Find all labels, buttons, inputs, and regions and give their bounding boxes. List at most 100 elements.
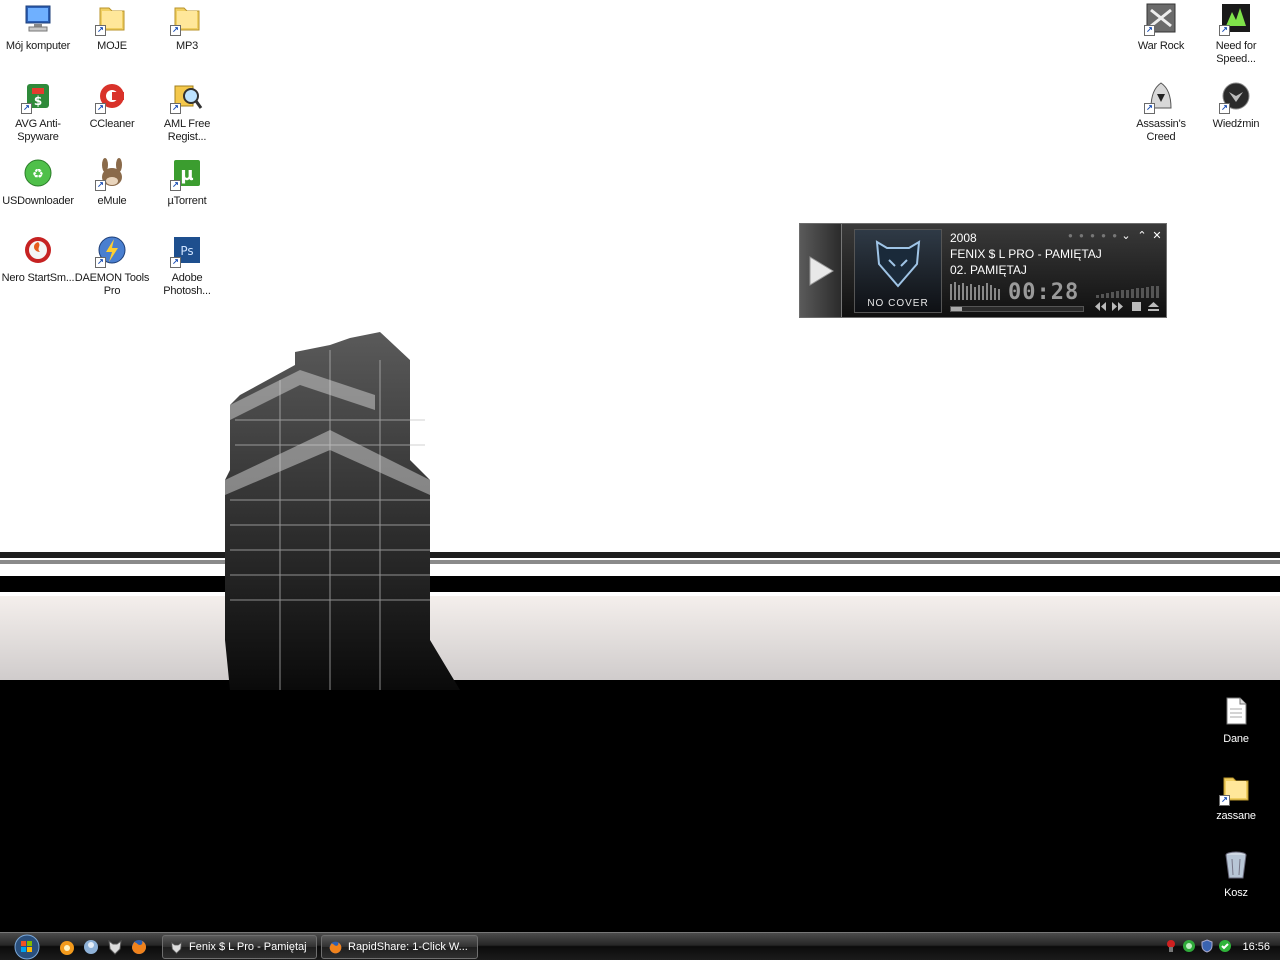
desktop-icon-dane[interactable]: Dane bbox=[1198, 693, 1274, 746]
play-button[interactable] bbox=[800, 224, 842, 317]
task-button-firefox[interactable]: RapidShare: 1-Click W... bbox=[321, 935, 478, 959]
daemon-tools-icon: ↗ bbox=[95, 234, 128, 268]
desktop-icon-label: eMule bbox=[97, 195, 127, 207]
desktop-icon-zassane[interactable]: ↗ zassane bbox=[1198, 770, 1274, 823]
eject-icon[interactable] bbox=[1147, 301, 1160, 312]
close-button[interactable]: ✕ bbox=[1151, 230, 1163, 242]
ccleaner-icon: ↗ bbox=[95, 80, 128, 114]
shortcut-arrow-icon: ↗ bbox=[95, 180, 106, 191]
desktop-icon-recycle-bin[interactable]: Kosz bbox=[1198, 847, 1274, 900]
shortcut-arrow-icon: ↗ bbox=[170, 180, 181, 191]
task-button-player[interactable]: Fenix $ L Pro - Pamiętaj bbox=[162, 935, 317, 959]
desktop-icon-ccleaner[interactable]: ↗ CCleaner bbox=[74, 78, 150, 131]
nero-icon bbox=[22, 234, 54, 266]
system-tray: 16:56 bbox=[1160, 933, 1280, 961]
desktop-icon-nero[interactable]: Nero StartSm... bbox=[0, 232, 76, 285]
utorrent-icon: µ ↗ bbox=[170, 157, 203, 191]
desktop-icon-label: µTorrent bbox=[167, 195, 207, 207]
previous-track-icon[interactable] bbox=[1094, 301, 1107, 312]
next-track-icon[interactable] bbox=[1111, 301, 1124, 312]
desktop-icon-label: Need for Speed... bbox=[1215, 40, 1257, 65]
check-ok-icon[interactable] bbox=[1218, 939, 1232, 953]
desktop-icon-label: Wiedźmin bbox=[1212, 118, 1260, 130]
firefox-icon bbox=[329, 941, 342, 954]
track-name: 02. PAMIĘTAJ bbox=[950, 263, 1027, 277]
desktop-icon-usdownloader[interactable]: ♻ USDownloader bbox=[0, 155, 76, 208]
shortcut-arrow-icon: ↗ bbox=[1219, 25, 1230, 36]
desktop-icon-label: zassane bbox=[1216, 810, 1256, 822]
security-shield-icon[interactable] bbox=[1200, 939, 1214, 953]
document-icon bbox=[1220, 695, 1252, 727]
no-cover-label: NO COVER bbox=[867, 298, 929, 309]
messenger-icon[interactable] bbox=[82, 938, 100, 956]
shortcut-arrow-icon: ↗ bbox=[95, 257, 106, 268]
avg-antispyware-icon: $ ↗ bbox=[21, 80, 54, 114]
svg-text:$: $ bbox=[34, 94, 42, 108]
stop-icon[interactable] bbox=[1130, 301, 1143, 312]
start-button[interactable] bbox=[8, 933, 46, 961]
shortcut-arrow-icon: ↗ bbox=[170, 257, 181, 268]
seek-bar-fill bbox=[951, 307, 962, 311]
svg-text:♻: ♻ bbox=[32, 167, 44, 182]
photoshop-icon: Ps ↗ bbox=[170, 234, 203, 268]
desktop-icon-moje[interactable]: ↗ MOJE bbox=[74, 0, 150, 53]
desktop-icon-daemon-tools[interactable]: ↗ DAEMON Tools Pro bbox=[74, 232, 150, 298]
shortcut-arrow-icon: ↗ bbox=[1219, 103, 1230, 114]
shortcut-arrow-icon: ↗ bbox=[1144, 103, 1155, 114]
emule-icon: ↗ bbox=[95, 157, 128, 191]
minimize-button[interactable]: ⌄ bbox=[1120, 230, 1132, 242]
desktop-icon-label: Nero StartSm... bbox=[1, 272, 75, 284]
media-icon[interactable] bbox=[58, 938, 76, 956]
task-button-label: RapidShare: 1-Click W... bbox=[348, 941, 468, 953]
desktop-icon-label: Dane bbox=[1223, 733, 1249, 745]
seek-bar[interactable] bbox=[950, 306, 1084, 312]
svg-text:Ps: Ps bbox=[180, 244, 193, 258]
war-rock-icon: ↗ bbox=[1144, 2, 1177, 36]
track-artist-title: FENIX $ L PRO - PAMIĘTAJ bbox=[950, 247, 1102, 261]
shortcut-arrow-icon: ↗ bbox=[95, 25, 106, 36]
desktop-icon-label: AML Free Regist... bbox=[163, 118, 211, 143]
firefox-icon[interactable] bbox=[130, 938, 148, 956]
desktop-icon-photoshop[interactable]: Ps ↗ Adobe Photosh... bbox=[149, 232, 225, 298]
aml-registry-icon: ↗ bbox=[170, 80, 203, 114]
desktop-icon-my-computer[interactable]: Mój komputer bbox=[0, 0, 76, 53]
volume-slider[interactable] bbox=[1096, 286, 1162, 298]
desktop-icon-avg[interactable]: $ ↗ AVG Anti-Spyware bbox=[0, 78, 76, 144]
messenger-status-icon[interactable] bbox=[1182, 939, 1196, 953]
desktop-icon-war-rock[interactable]: ↗ War Rock bbox=[1123, 0, 1199, 53]
foobar-player-icon[interactable] bbox=[106, 938, 124, 956]
shortcut-arrow-icon: ↗ bbox=[21, 103, 32, 114]
folder-icon: ↗ bbox=[170, 2, 203, 36]
play-icon bbox=[809, 256, 834, 286]
desktop-icon-assassins-creed[interactable]: ↗ Assassin's Creed bbox=[1123, 78, 1199, 144]
desktop-icon-label: DAEMON Tools Pro bbox=[74, 272, 150, 297]
svg-text:µ: µ bbox=[180, 164, 193, 185]
shortcut-arrow-icon: ↗ bbox=[1144, 25, 1155, 36]
shortcut-arrow-icon: ↗ bbox=[95, 103, 106, 114]
desktop-icon-label: CCleaner bbox=[89, 118, 135, 130]
usb-device-icon[interactable] bbox=[1164, 939, 1178, 953]
clock[interactable]: 16:56 bbox=[1242, 933, 1270, 961]
desktop-icon-wiedzmin[interactable]: ↗ Wiedźmin bbox=[1198, 78, 1274, 131]
desktop-icon-mp3[interactable]: ↗ MP3 bbox=[149, 0, 225, 53]
folder-icon: ↗ bbox=[1219, 772, 1252, 806]
media-player-window[interactable]: NO COVER 2008 FENIX $ L PRO - PAMIĘTAJ 0… bbox=[799, 223, 1167, 318]
folder-icon: ↗ bbox=[95, 2, 128, 36]
desktop-icon-utorrent[interactable]: µ ↗ µTorrent bbox=[149, 155, 225, 208]
desktop-icon-label: War Rock bbox=[1137, 40, 1185, 52]
window-grip[interactable]: ● ● ● ● ● bbox=[1068, 231, 1119, 240]
desktop-icon-need-for-speed[interactable]: ↗ Need for Speed... bbox=[1198, 0, 1274, 66]
desktop-icon-emule[interactable]: ↗ eMule bbox=[74, 155, 150, 208]
spectrum-visualizer bbox=[950, 282, 1000, 300]
foobar-player-icon bbox=[170, 941, 183, 954]
wiedzmin-icon: ↗ bbox=[1219, 80, 1252, 114]
fox-logo-icon bbox=[875, 240, 921, 288]
windows-start-icon bbox=[14, 934, 40, 960]
shortcut-arrow-icon: ↗ bbox=[170, 103, 181, 114]
desktop-icon-label: Assassin's Creed bbox=[1136, 118, 1186, 143]
desktop-icon-label: Adobe Photosh... bbox=[163, 272, 211, 297]
restore-button[interactable]: ⌃ bbox=[1136, 230, 1148, 242]
need-for-speed-icon: ↗ bbox=[1219, 2, 1252, 36]
playback-time: 00:28 bbox=[1008, 280, 1080, 305]
desktop-icon-aml-registry[interactable]: ↗ AML Free Regist... bbox=[149, 78, 225, 144]
